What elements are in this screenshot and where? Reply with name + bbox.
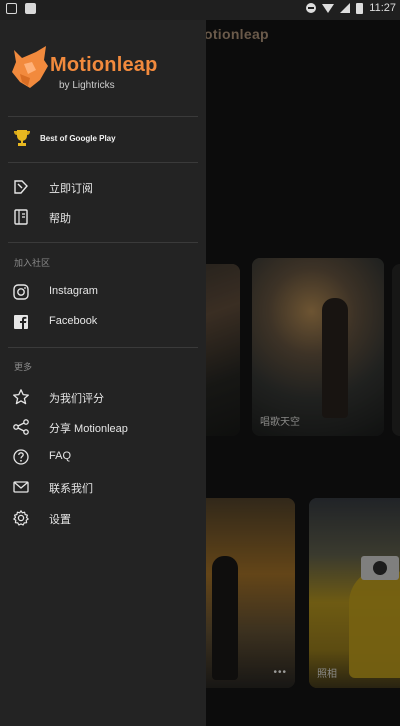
menu-item-help[interactable]: 帮助: [0, 202, 206, 232]
navigation-drawer: Motionleap by Lightricks Best of Google …: [0, 0, 206, 726]
gear-icon: [13, 510, 29, 526]
fox-logo-icon: [12, 46, 48, 88]
menu-item-rate[interactable]: 为我们评分: [0, 382, 206, 412]
menu-item-subscribe[interactable]: 立即订阅: [0, 172, 206, 202]
star-icon: [13, 389, 29, 405]
menu-item-label: 设置: [49, 514, 71, 526]
menu-item-faq[interactable]: FAQ: [0, 442, 206, 472]
dnd-icon: [306, 3, 317, 13]
divider: [8, 242, 198, 243]
notification-icons: [6, 3, 36, 14]
section-title-more: 更多: [14, 362, 33, 372]
award-badge: Best of Google Play: [12, 128, 116, 148]
template-card[interactable]: [392, 264, 400, 436]
menu-item-label: 分享 Motionleap: [49, 423, 128, 435]
menu-item-label: Facebook: [49, 315, 98, 327]
section-title-community: 加入社区: [14, 258, 51, 268]
card-caption: 唱歌天空: [260, 417, 300, 428]
menu-item-label: 帮助: [49, 213, 71, 225]
book-icon: [14, 209, 28, 225]
instagram-icon: [13, 284, 29, 300]
notification-icon: [6, 3, 17, 14]
screen: 11:27 Motionleap 唱歌天空 ••• 照相 Motionleap …: [0, 0, 400, 726]
help-circle-icon: [13, 449, 29, 465]
trophy-icon: [14, 130, 30, 146]
status-time: 11:27: [369, 2, 396, 14]
notification-icon: [25, 3, 36, 14]
menu-item-instagram[interactable]: Instagram: [0, 277, 206, 307]
brand-header: Motionleap by Lightricks: [10, 44, 200, 94]
menu-item-label: FAQ: [49, 450, 72, 462]
template-card[interactable]: 照相: [309, 498, 400, 688]
card-caption: 照相: [317, 669, 337, 680]
brand-subtitle: by Lightricks: [59, 80, 115, 91]
template-card[interactable]: 唱歌天空: [252, 258, 384, 436]
divider: [8, 347, 198, 348]
menu-item-settings[interactable]: 设置: [0, 503, 206, 533]
menu-item-label: 联系我们: [49, 483, 93, 495]
share-icon: [13, 419, 29, 435]
facebook-icon: [14, 315, 28, 329]
subscribe-icon: [14, 180, 28, 194]
system-icons: 11:27: [306, 2, 396, 14]
menu-item-label: 立即订阅: [49, 183, 93, 195]
divider: [8, 116, 198, 117]
menu-item-label: 为我们评分: [49, 393, 104, 405]
award-label: Best of Google Play: [40, 133, 116, 143]
divider: [8, 162, 198, 163]
mail-icon: [13, 481, 29, 493]
wifi-icon: [322, 3, 335, 13]
menu-item-facebook[interactable]: Facebook: [0, 307, 206, 337]
battery-icon: [356, 2, 364, 14]
status-bar: 11:27: [0, 0, 400, 20]
menu-item-label: Instagram: [49, 285, 98, 297]
brand-name: Motionleap: [50, 54, 158, 76]
signal-icon: [340, 3, 351, 13]
menu-item-share[interactable]: 分享 Motionleap: [0, 412, 206, 442]
menu-item-contact[interactable]: 联系我们: [0, 472, 206, 502]
more-icon[interactable]: •••: [273, 667, 287, 678]
